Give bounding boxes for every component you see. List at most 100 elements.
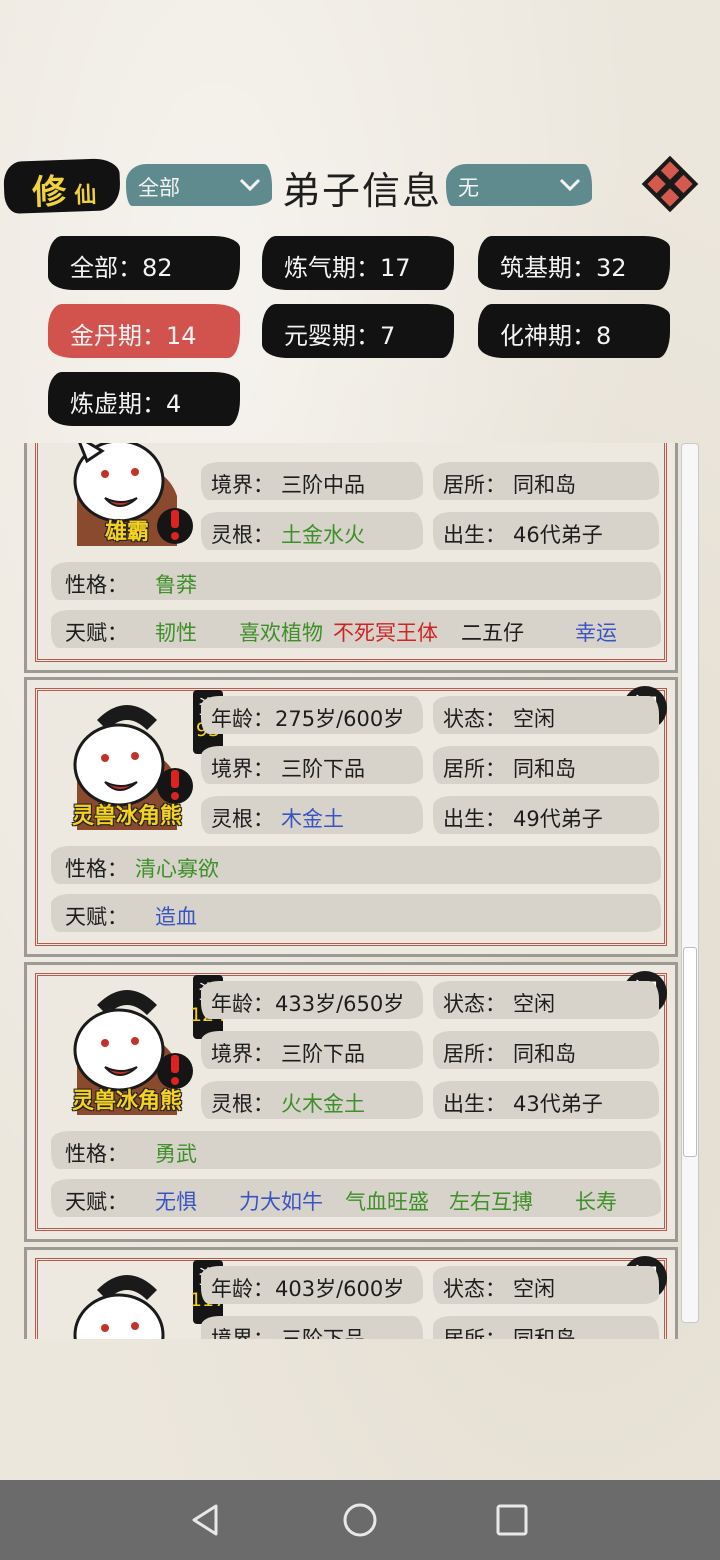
logo-char-big: 修 [31,171,67,214]
recent-square-icon[interactable] [492,1500,532,1540]
realm-field: 境界： 三阶下品 [201,1316,423,1339]
talent-item: 力大如牛 [239,1190,323,1214]
filter-label: 化神期：8 [500,322,612,350]
aptitude-tag: 131 [193,443,223,452]
field-label: 性格： [65,573,128,597]
realm-field: 境界： 三阶中品 [201,462,423,500]
disciple-name: 灵兽冰角熊 [71,1089,182,1114]
disciple-list[interactable]: 雄霸 131 境界： 三阶中品 居所： 同和岛 灵根： 土金水火 出生： 46代… [24,443,680,1339]
field-label: 居所： [443,1327,506,1339]
talent-item: 二五仔 [461,621,524,645]
personality-value: 勇武 [155,1142,197,1166]
category-filter-value: 全部 [138,176,180,200]
status-field: 状态： 空闲 [433,981,659,1019]
talent-field: 天赋： 造血 [51,894,661,932]
root-field: 灵根： 土金水火 [201,512,423,550]
filter-yuanying[interactable]: 元婴期：7 [262,304,454,358]
logo-char-small: 仙 [73,181,97,209]
talent-item: 幸运 [575,621,617,645]
birth-field: 出生： 43代弟子 [433,1081,659,1119]
root-value: 木金土 [281,807,344,831]
field-label: 性格： [65,1142,128,1166]
root-field: 灵根： 火木金土 [201,1081,423,1119]
talent-item: 气血旺盛 [345,1190,429,1214]
disciple-card[interactable]: 雄霸 131 境界： 三阶中品 居所： 同和岛 灵根： 土金水火 出生： 46代… [24,443,678,673]
residence-value: 同和岛 [513,757,576,781]
field-label: 出生： [443,1092,506,1116]
realm-value: 三阶下品 [281,1327,365,1339]
realm-field: 境界： 三阶下品 [201,1031,423,1069]
field-label: 境界： [211,1327,274,1339]
personality-field: 性格： 清心寡欲 [51,846,661,884]
field-label: 年龄： [211,707,274,731]
filter-zhuji[interactable]: 筑基期：32 [478,236,670,290]
residence-value: 同和岛 [513,473,576,497]
birth-value: 46代弟子 [513,523,603,547]
disciple-card[interactable]: 资 117 卸 年龄： 403岁/600岁 状态： 空闲 境界： 三阶下品 居所… [24,1247,678,1339]
field-label: 出生： [443,807,506,831]
age-value: 403岁/600岁 [275,1277,405,1301]
birth-value: 43代弟子 [513,1092,603,1116]
residence-field: 居所： 同和岛 [433,1031,659,1069]
birth-field: 出生： 46代弟子 [433,512,659,550]
avatar: 灵兽冰角熊 [57,690,197,830]
realm-value: 三阶中品 [281,473,365,497]
filter-huashen[interactable]: 化神期：8 [478,304,670,358]
list-scrollbar[interactable] [681,443,699,1323]
residence-field: 居所： 同和岛 [433,746,659,784]
field-label: 天赋： [65,1190,128,1214]
personality-field: 性格： 勇武 [51,1131,661,1169]
birth-field: 出生： 49代弟子 [433,796,659,834]
disciple-card[interactable]: 灵兽冰角熊 资 93 卸 年龄： 275岁/600岁 状态： 空闲 境界： 三阶… [24,677,678,957]
field-label: 境界： [211,1042,274,1066]
avatar: 灵兽冰角熊 [57,975,197,1115]
filter-label: 炼气期：17 [284,254,411,282]
talent-item: 左右互搏 [449,1190,533,1214]
page-title: 弟子信息 [282,169,443,213]
filter-lianxu[interactable]: 炼虚期：4 [48,372,240,426]
field-label: 性格： [65,857,128,881]
field-label: 灵根： [211,523,274,547]
game-logo: 修 仙 [3,157,121,215]
avatar: 雄霸 [57,443,197,546]
category-filter-dropdown[interactable]: 全部 [126,164,272,206]
status-value: 空闲 [513,1277,555,1301]
age-value: 275岁/600岁 [275,707,405,731]
personality-field: 性格： 鲁莽 [51,562,661,600]
field-label: 居所： [443,757,506,781]
close-icon[interactable] [640,154,700,214]
root-field: 灵根： 木金土 [201,796,423,834]
residence-field: 居所： 同和岛 [433,462,659,500]
filter-all[interactable]: 全部：82 [48,236,240,290]
talent-field: 天赋： 韧性 喜欢植物 不死冥王体 二五仔 幸运 [51,610,661,648]
bear-portrait-icon [73,1275,165,1339]
residence-value: 同和岛 [513,1327,576,1339]
disciple-card[interactable]: 灵兽冰角熊 资 124 卸 年龄： 433岁/650岁 状态： 空闲 境界： 三… [24,962,678,1242]
root-value: 土金水火 [281,523,365,547]
field-label: 年龄： [211,1277,274,1301]
disciple-name: 雄霸 [104,520,149,545]
personality-value: 清心寡欲 [135,857,219,881]
birth-value: 49代弟子 [513,807,603,831]
talent-field: 天赋： 无惧 力大如牛 气血旺盛 左右互搏 长寿 [51,1179,661,1217]
age-field: 年龄： 275岁/600岁 [201,696,423,734]
filter-jindan[interactable]: 金丹期：14 [48,304,240,358]
field-label: 出生： [443,523,506,547]
talent-item: 不死冥王体 [333,621,438,645]
home-circle-icon[interactable] [340,1500,380,1540]
field-label: 灵根： [211,1092,274,1116]
back-triangle-icon[interactable] [186,1500,226,1540]
personality-value: 鲁莽 [155,573,197,597]
scrollbar-thumb[interactable] [683,947,697,1157]
field-label: 居所： [443,473,506,497]
sort-dropdown[interactable]: 无 [446,164,592,206]
disciple-name: 灵兽冰角熊 [71,804,182,829]
filter-label: 金丹期：14 [70,322,197,350]
field-label: 天赋： [65,621,128,645]
field-label: 境界： [211,757,274,781]
talent-item: 长寿 [575,1190,617,1214]
filter-lianqi[interactable]: 炼气期：17 [262,236,454,290]
field-label: 状态： [443,992,506,1016]
talent-item: 喜欢植物 [239,621,323,645]
field-label: 年龄： [211,992,274,1016]
